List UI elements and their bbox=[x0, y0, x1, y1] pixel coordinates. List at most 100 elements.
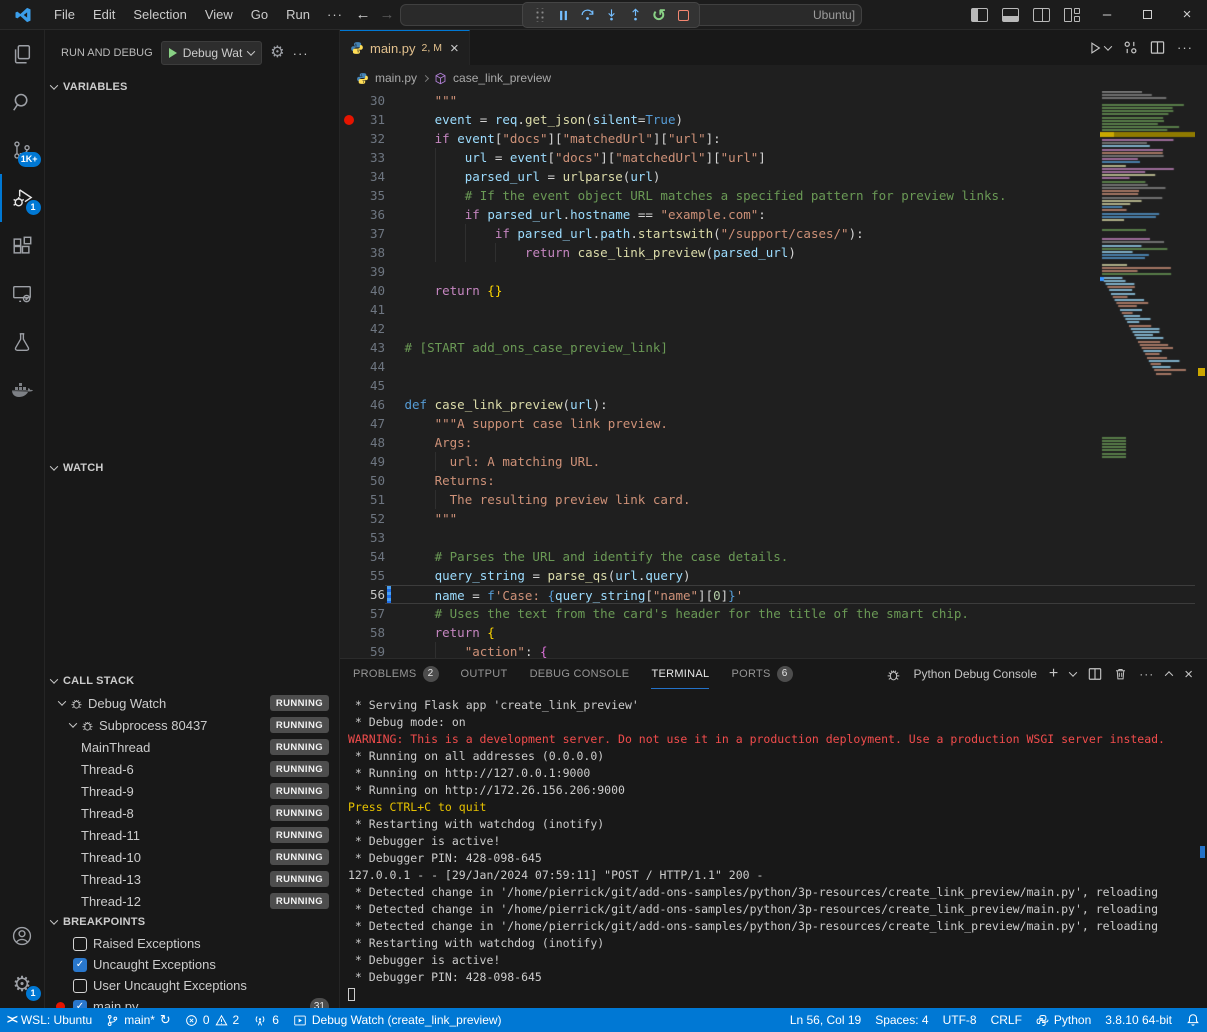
code-line[interactable]: 39 bbox=[340, 262, 1207, 281]
breakpoint-item[interactable]: ✓main.py31 bbox=[45, 996, 339, 1008]
code-line[interactable]: 37 if parsed_url.path.startswith("/suppo… bbox=[340, 224, 1207, 243]
breadcrumb-file[interactable]: main.py bbox=[375, 71, 417, 85]
breakpoint-gutter[interactable] bbox=[340, 547, 358, 566]
debug-toolbar-drag-grip[interactable] bbox=[529, 5, 549, 25]
panel-tab-output[interactable]: OUTPUT bbox=[461, 659, 508, 689]
code-line[interactable]: 32 if event["docs"]["matchedUrl"]["url"]… bbox=[340, 129, 1207, 148]
code-line[interactable]: 41 bbox=[340, 300, 1207, 319]
callstack-item[interactable]: Debug WatchRUNNING bbox=[45, 692, 339, 714]
breakpoint-gutter[interactable] bbox=[340, 129, 358, 148]
callstack-item[interactable]: Thread-12RUNNING bbox=[45, 890, 339, 911]
docker-icon[interactable] bbox=[0, 366, 45, 414]
code-line[interactable]: 53 bbox=[340, 528, 1207, 547]
step-over-button[interactable] bbox=[577, 5, 597, 25]
code-line[interactable]: 45 bbox=[340, 376, 1207, 395]
settings-gear-icon[interactable]: ⚙ 1 bbox=[0, 960, 45, 1008]
cursor-position[interactable]: Ln 56, Col 19 bbox=[783, 1008, 868, 1032]
breakpoint-gutter[interactable] bbox=[340, 376, 358, 395]
code-line[interactable]: 54 # Parses the URL and identify the cas… bbox=[340, 547, 1207, 566]
encoding-status[interactable]: UTF-8 bbox=[936, 1008, 984, 1032]
watch-header[interactable]: WATCH bbox=[45, 457, 339, 479]
menu-overflow[interactable]: ··· bbox=[319, 7, 351, 22]
language-mode[interactable]: Python bbox=[1029, 1008, 1098, 1032]
debug-session-status[interactable]: Debug Watch (create_link_preview) bbox=[286, 1008, 509, 1032]
panel-more-actions-icon[interactable]: ··· bbox=[1139, 667, 1154, 681]
restart-button[interactable]: ↺ bbox=[649, 5, 669, 25]
problems-status[interactable]: 0 2 bbox=[178, 1008, 246, 1032]
launch-config-select[interactable]: Debug Wat bbox=[161, 41, 263, 65]
terminal-profile-dropdown-icon[interactable] bbox=[1069, 668, 1077, 676]
tab-main-py[interactable]: main.py 2, M × bbox=[340, 30, 470, 65]
code-line[interactable]: 35 # If the event object URL matches a s… bbox=[340, 186, 1207, 205]
code-line[interactable]: 33 url = event["docs"]["matchedUrl"]["ur… bbox=[340, 148, 1207, 167]
pause-button[interactable] bbox=[553, 5, 573, 25]
git-branch-status[interactable]: main* ↻ bbox=[99, 1008, 178, 1032]
code-line[interactable]: 50 Returns: bbox=[340, 471, 1207, 490]
new-terminal-icon[interactable]: + bbox=[1049, 665, 1058, 683]
breakpoint-gutter[interactable] bbox=[340, 186, 358, 205]
breakpoint-gutter[interactable] bbox=[340, 490, 358, 509]
maximize-panel-icon[interactable] bbox=[1165, 671, 1173, 679]
breakpoint-checkbox[interactable] bbox=[73, 937, 87, 951]
menu-run[interactable]: Run bbox=[277, 4, 319, 26]
breakpoint-gutter[interactable] bbox=[340, 205, 358, 224]
breakpoint-item[interactable]: User Uncaught Exceptions bbox=[45, 975, 339, 996]
breakpoint-gutter[interactable] bbox=[340, 262, 358, 281]
code-line[interactable]: 43# [START add_ons_case_preview_link] bbox=[340, 338, 1207, 357]
code-line[interactable]: 38 return case_link_preview(parsed_url) bbox=[340, 243, 1207, 262]
code-line[interactable]: 34 parsed_url = urlparse(url) bbox=[340, 167, 1207, 186]
remote-indicator[interactable]: >< WSL: Ubuntu bbox=[0, 1008, 99, 1032]
python-interpreter-version[interactable]: 3.8.10 64-bit bbox=[1098, 1008, 1179, 1032]
callstack-item[interactable]: Thread-13RUNNING bbox=[45, 868, 339, 890]
breakpoints-header[interactable]: BREAKPOINTS bbox=[45, 911, 339, 933]
minimize-button[interactable]: – bbox=[1087, 0, 1127, 30]
callstack-item[interactable]: Thread-8RUNNING bbox=[45, 802, 339, 824]
breakpoint-checkbox[interactable] bbox=[73, 979, 87, 993]
breakpoint-checkbox[interactable]: ✓ bbox=[73, 1000, 87, 1009]
step-out-button[interactable] bbox=[625, 5, 645, 25]
accounts-icon[interactable] bbox=[0, 912, 45, 960]
breakpoint-gutter[interactable] bbox=[340, 604, 358, 623]
nav-forward-icon[interactable]: → bbox=[375, 6, 399, 23]
breakpoint-gutter[interactable] bbox=[340, 357, 358, 376]
breadcrumb-symbol[interactable]: case_link_preview bbox=[453, 71, 551, 85]
nav-back-icon[interactable]: ← bbox=[351, 6, 375, 23]
terminal-output[interactable]: * Serving Flask app 'create_link_preview… bbox=[340, 689, 1207, 1008]
breakpoint-gutter[interactable] bbox=[340, 338, 358, 357]
code-line[interactable]: 56 name = f'Case: {query_string["name"][… bbox=[340, 585, 1207, 604]
code-line[interactable]: 31 event = req.get_json(silent=True) bbox=[340, 110, 1207, 129]
start-debug-icon[interactable] bbox=[169, 48, 177, 58]
toggle-secondary-sidebar-icon[interactable] bbox=[1033, 8, 1050, 22]
breakpoint-gutter[interactable] bbox=[340, 433, 358, 452]
toggle-panel-icon[interactable] bbox=[1002, 8, 1019, 22]
chevron-down-icon[interactable] bbox=[69, 719, 77, 727]
breakpoint-gutter[interactable] bbox=[340, 585, 358, 604]
editor-more-actions-icon[interactable]: ··· bbox=[1177, 40, 1193, 55]
breakpoint-gutter[interactable] bbox=[340, 471, 358, 490]
code-line[interactable]: 59 "action": { bbox=[340, 642, 1207, 658]
open-changes-icon[interactable] bbox=[1123, 40, 1138, 55]
breakpoint-icon[interactable] bbox=[344, 115, 354, 125]
code-line[interactable]: 30 """ bbox=[340, 91, 1207, 110]
panel-tab-debug-console[interactable]: DEBUG CONSOLE bbox=[530, 659, 630, 689]
code-line[interactable]: 36 if parsed_url.hostname == "example.co… bbox=[340, 205, 1207, 224]
source-control-icon[interactable]: 1K+ bbox=[0, 126, 45, 174]
breakpoint-checkbox[interactable]: ✓ bbox=[73, 958, 87, 972]
indentation-status[interactable]: Spaces: 4 bbox=[868, 1008, 935, 1032]
tab-close-icon[interactable]: × bbox=[450, 40, 459, 57]
breakpoint-gutter[interactable] bbox=[340, 243, 358, 262]
overview-ruler[interactable] bbox=[1195, 91, 1207, 658]
code-line[interactable]: 40 return {} bbox=[340, 281, 1207, 300]
debug-settings-gear-icon[interactable]: ⚙ bbox=[270, 45, 284, 61]
variables-header[interactable]: VARIABLES bbox=[45, 76, 339, 98]
sidebar-more-icon[interactable]: ··· bbox=[293, 46, 309, 61]
breakpoint-gutter[interactable] bbox=[340, 148, 358, 167]
chevron-down-icon[interactable] bbox=[58, 697, 66, 705]
split-terminal-icon[interactable] bbox=[1088, 667, 1102, 681]
close-window-button[interactable]: × bbox=[1167, 0, 1207, 30]
breakpoint-gutter[interactable] bbox=[340, 167, 358, 186]
breakpoint-gutter[interactable] bbox=[340, 91, 358, 110]
stop-button[interactable] bbox=[673, 5, 693, 25]
callstack-item[interactable]: Thread-9RUNNING bbox=[45, 780, 339, 802]
menu-file[interactable]: File bbox=[45, 4, 84, 26]
